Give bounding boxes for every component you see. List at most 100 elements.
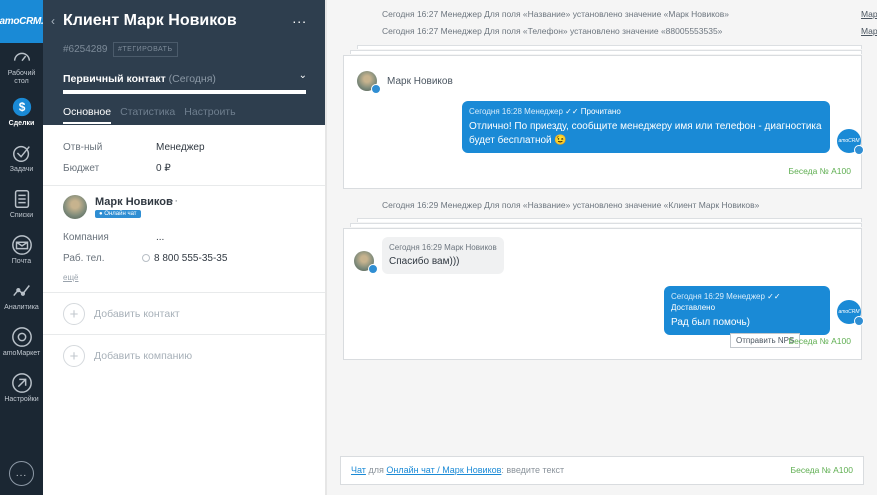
contact-name[interactable]: Марк Новиков	[95, 196, 173, 208]
list-icon	[14, 190, 29, 208]
field-row-budget[interactable]: Бюджет 0 ₽	[63, 158, 305, 179]
badge-label: Онлайн чат	[104, 211, 137, 217]
contact-phone-row[interactable]: Раб. тел. 8 800 555-35-35	[63, 253, 227, 264]
stack-shadow	[350, 223, 862, 227]
composer-placeholder[interactable]: : введите текст	[501, 465, 564, 475]
nav-item-label: amoМаркет	[2, 350, 41, 357]
message-meta: Сегодня 16:28 Менеджер ✓✓ Прочитано	[469, 106, 823, 117]
nav-item-lists[interactable]: Списки	[0, 181, 43, 227]
chat-icon	[371, 84, 381, 94]
tab-main[interactable]: Основное	[63, 106, 112, 124]
field-value[interactable]: Менеджер	[156, 142, 205, 153]
note-author-link[interactable]: Марк Новиков	[861, 26, 877, 36]
divider	[43, 185, 325, 186]
chat-icon	[854, 316, 864, 326]
pipeline-stage[interactable]: Первичный контакт (Сегодня)	[63, 73, 216, 85]
phone-value-wrap[interactable]: 8 800 555-35-35	[142, 253, 227, 264]
conversation-number[interactable]: Беседа № А100	[789, 166, 851, 176]
system-note: Сегодня 16:27 Менеджер Для поля «Телефон…	[382, 26, 877, 36]
stage-name: Первичный контакт	[63, 73, 166, 85]
avatar-label: amoCRM	[838, 309, 860, 315]
conversation-number[interactable]: Беседа № А100	[789, 336, 851, 346]
add-phone-icon[interactable]	[142, 254, 150, 262]
contact-company-row[interactable]: Компания ...	[63, 232, 164, 243]
add-company-button[interactable]: + Добавить компанию	[63, 345, 192, 367]
conversation-number[interactable]: Беседа № А100	[791, 465, 853, 475]
mail-icon	[11, 235, 32, 255]
tab-customize[interactable]: Настроить	[184, 106, 235, 124]
divider	[43, 292, 325, 293]
tag-button[interactable]: #ТЕГИРОВАТЬ	[113, 42, 178, 57]
field-label: Бюджет	[63, 163, 100, 174]
message-meta: Сегодня 16:29 Марк Новиков	[389, 243, 497, 252]
message-meta: Сегодня 16:29 Менеджер ✓✓ Доставлено	[671, 291, 823, 313]
analytics-icon	[12, 285, 30, 297]
manager-avatar[interactable]: amoCRM	[837, 300, 864, 326]
chat-target-link[interactable]: Онлайн чат / Марк Новиков	[386, 465, 501, 475]
message-composer[interactable]: Чат для Онлайн чат / Марк Новиков: введи…	[340, 456, 864, 485]
chat-conversation[interactable]: Марк Новиков Сегодня 16:28 Менеджер ✓✓ П…	[343, 55, 864, 189]
plus-icon: +	[63, 345, 85, 367]
field-value[interactable]: ...	[156, 232, 164, 243]
tab-statistics[interactable]: Статистика	[120, 106, 175, 124]
lead-menu-button[interactable]: ...	[292, 10, 307, 26]
chat-bubble-icon[interactable]: ...	[9, 461, 34, 486]
chat-conversation[interactable]: Сегодня 16:29 Марк Новиков Спасибо вам))…	[343, 228, 864, 360]
stage-date: (Сегодня)	[168, 73, 216, 85]
avatar-label: amoCRM	[838, 138, 860, 144]
field-row-responsible[interactable]: Отв-ный Менеджер	[63, 137, 305, 158]
add-contact-button[interactable]: + Добавить контакт	[63, 303, 180, 325]
nav-item-analytics[interactable]: Аналитика	[0, 273, 43, 319]
field-label: Компания	[63, 232, 109, 243]
nav-item-settings[interactable]: Настройки	[0, 365, 43, 411]
check-icon	[12, 145, 30, 162]
nav-item-label: Аналитика	[4, 304, 39, 311]
svg-text:$: $	[18, 100, 25, 114]
amocrm-logo[interactable]: amoCRM.	[0, 0, 44, 43]
chevron-down-icon[interactable]: ⌄	[299, 70, 307, 81]
manager-avatar[interactable]: amoCRM	[837, 129, 864, 155]
online-chat-badge: ● Онлайн чат	[95, 210, 141, 218]
phone-value[interactable]: 8 800 555-35-35	[154, 253, 227, 264]
nav-item-label: Рабочий стол	[7, 70, 36, 85]
market-icon	[11, 327, 32, 347]
nav-item-deals[interactable]: $ Сделки	[0, 89, 43, 135]
chat-icon	[854, 145, 864, 155]
nav-item-dashboard[interactable]: Рабочий стол	[0, 43, 43, 89]
more-fields-link[interactable]: ещё	[63, 273, 78, 282]
note-author-link[interactable]: Марк Новиков	[861, 9, 877, 19]
lead-title[interactable]: Клиент Марк Новиков	[63, 12, 237, 30]
speedometer-icon	[13, 52, 30, 62]
nav-item-label: Сделки	[8, 120, 35, 127]
outgoing-message: Сегодня 16:29 Менеджер ✓✓ Доставлено Рад…	[664, 286, 830, 335]
card-tabs: Основное Статистика Настроить	[63, 106, 236, 124]
system-note: Сегодня 16:29 Менеджер Для поля «Названи…	[382, 200, 759, 210]
stack-shadow	[357, 45, 862, 49]
note-text: Сегодня 16:27 Менеджер Для поля «Названи…	[382, 9, 730, 19]
divider	[43, 334, 325, 335]
nav-item-label: Настройки	[4, 396, 39, 403]
field-value[interactable]: 0 ₽	[156, 163, 171, 174]
contact-menu-button[interactable]: ···	[167, 195, 178, 207]
stage-progress-fill	[63, 90, 306, 94]
contact-avatar[interactable]	[357, 71, 381, 94]
stack-shadow	[357, 218, 862, 222]
message-text: Спасибо вам)))	[389, 256, 460, 267]
contact-avatar[interactable]	[354, 251, 378, 274]
nav-item-tasks[interactable]: Задачи	[0, 135, 43, 181]
nav-item-label: Задачи	[9, 166, 34, 173]
system-note: Сегодня 16:27 Менеджер Для поля «Названи…	[382, 9, 877, 19]
chat-contact-name[interactable]: Марк Новиков	[387, 76, 453, 87]
message-time-author: Сегодня 16:28 Менеджер	[469, 107, 563, 116]
gear-icon	[11, 373, 32, 393]
lead-card-header: ‹ Клиент Марк Новиков ... #6254289 #ТЕГИ…	[43, 0, 325, 125]
contact-avatar[interactable]	[63, 195, 87, 219]
nav-item-mail[interactable]: Почта	[0, 227, 43, 273]
plus-icon: +	[63, 303, 85, 325]
nav-item-market[interactable]: amoМаркет	[0, 319, 43, 365]
composer-for: для	[368, 465, 384, 475]
lead-fields: Отв-ный Менеджер Бюджет 0 ₽	[43, 125, 325, 179]
chat-icon	[368, 264, 378, 274]
chat-type-link[interactable]: Чат	[351, 465, 366, 475]
back-chevron-icon[interactable]: ‹	[51, 14, 55, 28]
